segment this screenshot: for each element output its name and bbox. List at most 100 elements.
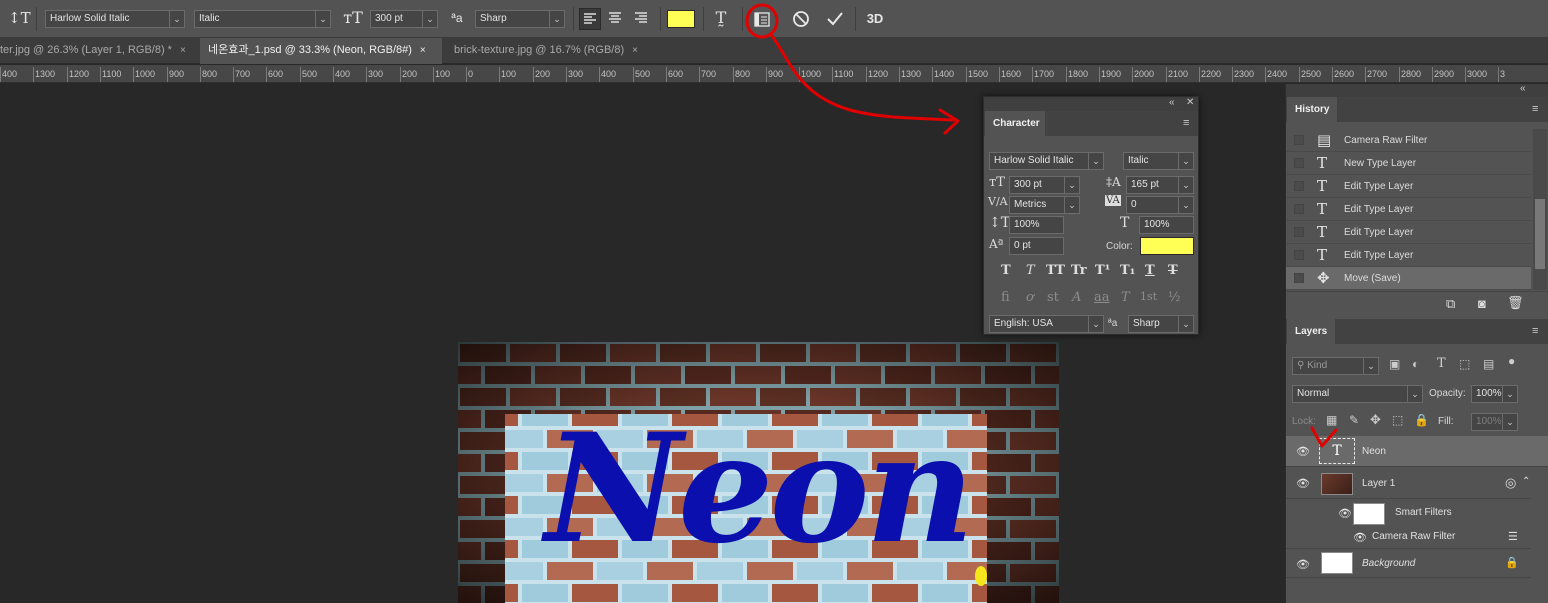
layer-name[interactable]: Layer 1 [1362,478,1395,489]
close-icon[interactable]: × [632,45,638,56]
history-snapshot-checkbox[interactable] [1294,250,1304,260]
toggle-character-panel-button[interactable] [751,9,773,31]
filter-adjustment-icon[interactable]: ◐ [1412,357,1419,371]
small-caps-button[interactable]: Tr [1071,263,1087,278]
all-caps-button[interactable]: TT [1046,263,1065,278]
type-orientation-icon[interactable]: ↕T [8,9,31,27]
strikethrough-button[interactable]: T [1168,263,1178,278]
tab-neon-document[interactable]: 네온효과_1.psd @ 33.3% (Neon, RGB/8#) × [200,38,442,64]
tab-layers[interactable]: Layers [1287,319,1336,344]
history-item[interactable]: T Edit Type Layer [1286,198,1531,221]
titling-alternates-button[interactable]: T [1121,290,1130,305]
underline-button[interactable]: T [1145,263,1155,278]
char-baseline-field[interactable]: 0 pt [1009,237,1064,255]
layer-name[interactable]: Neon [1362,446,1386,457]
swash-button[interactable]: A [1072,290,1081,305]
ligatures-button[interactable]: fi [1001,290,1010,305]
font-style-select[interactable]: Italic ⌄ [194,10,331,28]
history-snapshot-checkbox[interactable] [1294,181,1304,191]
char-color-swatch[interactable] [1140,237,1194,255]
history-snapshot-checkbox[interactable] [1294,158,1304,168]
text-color-swatch[interactable] [667,10,695,28]
layer-row-layer-1[interactable]: 👁 Layer 1 ◎ ⌃ [1286,468,1531,499]
history-snapshot-checkbox[interactable] [1294,135,1304,145]
faux-italic-button[interactable]: T [1026,263,1035,278]
blend-mode-select[interactable]: Normal ⌄ [1292,385,1423,403]
tab-texture-document[interactable]: ter.jpg @ 26.3% (Layer 1, RGB/8) * × [0,38,196,64]
filter-toggle-icon[interactable]: ● [1508,354,1515,368]
history-item[interactable]: ✥ Move (Save) [1286,267,1531,290]
visibility-eye-icon[interactable]: 👁 [1353,531,1367,544]
layer-name[interactable]: Smart Filters [1395,507,1452,518]
create-3d-button[interactable]: 3D [862,11,888,26]
horizontal-ruler[interactable]: 400 1300 1200 1100 1000 900 800 700 600 500 400 300… [0,65,1548,83]
warp-text-icon[interactable]: T̰ [710,8,732,27]
font-size-select[interactable]: 300 pt ⌄ [370,10,438,28]
history-item[interactable]: T Edit Type Layer [1286,244,1531,267]
visibility-eye-icon[interactable]: 👁 [1296,477,1310,490]
align-center-button[interactable] [605,8,627,30]
visibility-eye-icon[interactable]: 👁 [1296,558,1310,571]
char-antialias-select[interactable]: Sharp ⌄ [1128,315,1194,333]
char-kerning-select[interactable]: Metrics ⌄ [1009,196,1080,214]
filter-pixel-icon[interactable]: ▣ [1389,357,1400,371]
trash-icon[interactable]: 🗑 [1507,295,1524,311]
char-font-size-field[interactable]: 300 pt ⌄ [1009,176,1080,194]
opacity-field[interactable]: 100% ⌄ [1471,385,1518,403]
layer-row-neon[interactable]: 👁 T Neon [1286,436,1548,467]
old-style-button[interactable]: ơ [1026,290,1034,305]
history-item[interactable]: ▤ Camera Raw Filter [1286,129,1531,152]
blending-options-icon[interactable]: ☰ [1508,530,1518,543]
lock-position-icon[interactable]: ✥ [1370,412,1381,428]
panel-drag-bar[interactable]: « ✕ [984,97,1198,111]
ordinals-button[interactable]: 1st [1140,290,1157,303]
neon-text[interactable]: Neon [545,414,975,564]
antialias-select[interactable]: Sharp ⌄ [475,10,565,28]
layer-row-smart-filters[interactable]: 👁 Smart Filters [1286,500,1531,527]
document-canvas[interactable]: Neon [458,342,1059,603]
scroll-thumb[interactable] [1535,199,1545,269]
char-font-style-select[interactable]: Italic ⌄ [1123,152,1194,170]
tab-brick-texture[interactable]: brick-texture.jpg @ 16.7% (RGB/8) × [446,38,656,64]
lock-image-icon[interactable]: ✎ [1349,413,1359,427]
visibility-eye-icon[interactable]: 👁 [1338,507,1352,520]
language-select[interactable]: English: USA ⌄ [989,315,1104,333]
history-snapshot-checkbox[interactable] [1294,204,1304,214]
subscript-button[interactable]: T₁ [1120,263,1135,278]
faux-bold-button[interactable]: T [1001,263,1011,278]
fill-field[interactable]: 100% ⌄ [1471,413,1518,431]
commit-edits-button[interactable] [824,8,846,30]
close-icon[interactable]: × [420,45,426,56]
history-item[interactable]: T Edit Type Layer [1286,175,1531,198]
fractions-button[interactable]: ½ [1168,290,1181,305]
font-family-select[interactable]: Harlow Solid Italic ⌄ [45,10,185,28]
align-left-button[interactable] [579,8,601,30]
lock-transparent-icon[interactable]: ▦ [1326,413,1337,427]
close-icon[interactable]: ✕ [1186,97,1194,108]
layer-row-background[interactable]: 👁 Background 🔒 [1286,550,1531,578]
visibility-eye-icon[interactable]: 👁 [1296,445,1310,458]
lock-artboard-icon[interactable]: ⬚ [1392,413,1403,427]
layer-row-camera-raw-filter[interactable]: 👁 Camera Raw Filter ☰ [1286,527,1531,549]
new-document-from-state-icon[interactable]: ⧉ [1446,296,1455,312]
layer-filter-select[interactable]: ⚲ Kind ⌄ [1292,357,1379,375]
align-right-button[interactable] [631,8,653,30]
history-item[interactable]: T New Type Layer [1286,152,1531,175]
filter-smart-object-icon[interactable]: ▤ [1483,357,1494,371]
history-snapshot-checkbox[interactable] [1294,227,1304,237]
collapse-icon[interactable]: « [1169,97,1175,108]
lock-all-icon[interactable]: 🔒 [1414,413,1429,427]
chevron-up-icon[interactable]: ⌃ [1522,476,1530,487]
cancel-edits-button[interactable] [790,8,812,30]
superscript-button[interactable]: T¹ [1095,263,1110,278]
collapse-icon[interactable]: « [1520,83,1526,94]
discretionary-ligatures-button[interactable]: st [1047,290,1059,305]
char-tracking-select[interactable]: 0 ⌄ [1126,196,1194,214]
char-font-family-select[interactable]: Harlow Solid Italic ⌄ [989,152,1104,170]
history-scrollbar[interactable] [1533,129,1547,290]
filter-shape-icon[interactable]: ⬚ [1459,357,1470,371]
char-horizontal-scale-field[interactable]: 100% [1139,216,1194,234]
panel-menu-icon[interactable]: ≡ [1183,117,1189,129]
close-icon[interactable]: × [180,45,186,56]
panel-menu-icon[interactable]: ≡ [1532,103,1538,115]
